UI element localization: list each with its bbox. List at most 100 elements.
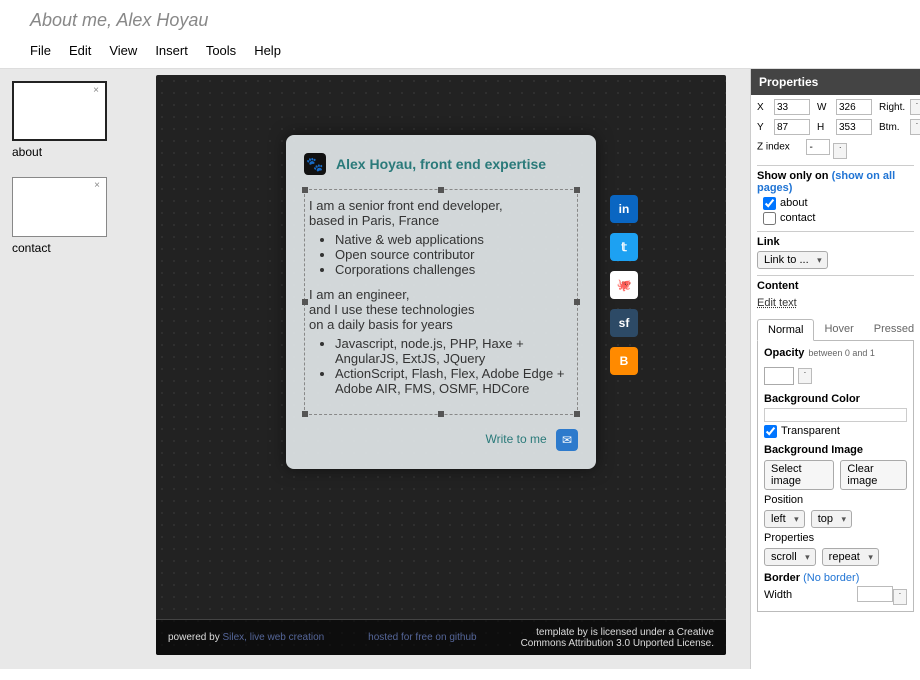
no-border-link[interactable]: (No border) xyxy=(803,572,859,584)
paw-icon: 🐾 xyxy=(304,153,326,175)
y-input[interactable] xyxy=(774,119,810,135)
page-thumb-about[interactable]: × xyxy=(12,81,107,141)
edit-text-link[interactable]: Edit text xyxy=(757,295,797,313)
text-line: and I use these technologies xyxy=(309,302,573,317)
border-width-stepper[interactable]: · xyxy=(893,589,907,605)
resize-handle[interactable] xyxy=(302,187,308,193)
menu-edit[interactable]: Edit xyxy=(69,43,91,58)
opacity-stepper[interactable]: · xyxy=(798,368,812,384)
footer-text: template by xyxy=(536,627,588,638)
page-thumb-contact[interactable]: × xyxy=(12,177,107,237)
list-item: Corporations challenges xyxy=(335,262,573,277)
btm-stepper[interactable]: · xyxy=(910,119,920,135)
content-card: 🐾 Alex Hoyau, front end expertise I am a… xyxy=(286,135,596,469)
resize-handle[interactable] xyxy=(574,299,580,305)
canvas[interactable]: 🐾 Alex Hoyau, front end expertise I am a… xyxy=(156,75,726,655)
h-input[interactable] xyxy=(836,119,872,135)
link-dropdown[interactable]: Link to ... xyxy=(757,251,828,269)
btm-label: Btm. xyxy=(879,122,907,133)
linkedin-icon[interactable]: in xyxy=(610,195,638,223)
workspace: × about × contact 🐾 Alex Hoyau, front en… xyxy=(0,69,920,669)
width-label: Width xyxy=(764,589,792,601)
footer-link[interactable]: Silex, live web creation xyxy=(222,632,324,643)
w-label: W xyxy=(817,102,833,113)
position-grid: X W Right. · xyxy=(757,99,914,115)
properties-label: Properties xyxy=(764,532,907,544)
social-column: in 𝕥 🐙 sf B xyxy=(610,195,638,375)
select-image-button[interactable]: Select image xyxy=(764,460,834,490)
footer-link[interactable]: hosted for free on github xyxy=(368,632,476,643)
page-checkbox-about[interactable] xyxy=(763,197,776,210)
right-stepper[interactable]: · xyxy=(910,99,920,115)
z-label: Z index xyxy=(757,142,790,153)
border-label: Border xyxy=(764,572,800,584)
clear-image-button[interactable]: Clear image xyxy=(840,460,907,490)
resize-handle[interactable] xyxy=(438,411,444,417)
sourceforge-icon[interactable]: sf xyxy=(610,309,638,337)
bgcolor-swatch[interactable] xyxy=(764,408,907,422)
card-title: Alex Hoyau, front end expertise xyxy=(336,156,546,172)
z-input[interactable] xyxy=(806,139,830,155)
close-icon[interactable]: × xyxy=(93,85,99,96)
scroll-dropdown[interactable]: scroll xyxy=(764,548,816,566)
position-label: Position xyxy=(764,494,907,506)
resize-handle[interactable] xyxy=(574,411,580,417)
resize-handle[interactable] xyxy=(302,299,308,305)
y-label: Y xyxy=(757,122,771,133)
footer-text: powered by xyxy=(168,632,220,643)
repeat-dropdown[interactable]: repeat xyxy=(822,548,879,566)
write-link[interactable]: Write to me xyxy=(486,432,547,446)
menu-tools[interactable]: Tools xyxy=(206,43,236,58)
mail-icon[interactable]: ✉ xyxy=(556,429,578,451)
text-line: based in Paris, France xyxy=(309,213,573,228)
opacity-label: Opacity xyxy=(764,347,804,359)
menu-help[interactable]: Help xyxy=(254,43,281,58)
page-checkbox-label: about xyxy=(780,197,808,209)
resize-handle[interactable] xyxy=(574,187,580,193)
canvas-footer: powered by Silex, live web creation host… xyxy=(156,619,726,655)
transparent-checkbox[interactable] xyxy=(764,425,777,438)
close-icon[interactable]: × xyxy=(94,180,100,191)
position-grid-2: Y H Btm. · xyxy=(757,119,914,135)
page-checkbox-contact[interactable] xyxy=(763,212,776,225)
pos-left-dropdown[interactable]: left xyxy=(764,510,805,528)
app-title: About me, Alex Hoyau xyxy=(0,0,920,39)
right-label: Right. xyxy=(879,102,907,113)
bgimg-label: Background Image xyxy=(764,444,863,456)
twitter-icon[interactable]: 𝕥 xyxy=(610,233,638,261)
tab-normal[interactable]: Normal xyxy=(757,319,814,341)
z-stepper[interactable]: · xyxy=(833,143,847,159)
border-width-input[interactable] xyxy=(857,586,893,602)
pos-top-dropdown[interactable]: top xyxy=(811,510,852,528)
tab-hover[interactable]: Hover xyxy=(814,319,863,340)
menu-file[interactable]: File xyxy=(30,43,51,58)
panel-title: Properties xyxy=(751,69,920,95)
footer-text: Commons Attribution 3.0 Unported License… xyxy=(521,638,714,649)
content-label: Content xyxy=(757,280,914,292)
tab-pressed[interactable]: Pressed xyxy=(864,319,920,340)
opacity-hint: between 0 and 1 xyxy=(808,348,875,358)
canvas-area: 🐾 Alex Hoyau, front end expertise I am a… xyxy=(150,69,750,669)
write-row: Write to me ✉ xyxy=(304,429,578,451)
card-header: 🐾 Alex Hoyau, front end expertise xyxy=(304,153,578,175)
opacity-input[interactable] xyxy=(764,367,794,385)
x-input[interactable] xyxy=(774,99,810,115)
blogger-icon[interactable]: B xyxy=(610,347,638,375)
resize-handle[interactable] xyxy=(438,187,444,193)
github-icon[interactable]: 🐙 xyxy=(610,271,638,299)
resize-handle[interactable] xyxy=(302,411,308,417)
transparent-label: Transparent xyxy=(781,425,840,437)
text-line: on a daily basis for years xyxy=(309,317,573,332)
menubar: File Edit View Insert Tools Help xyxy=(0,39,920,69)
link-label: Link xyxy=(757,236,914,248)
selected-textblock[interactable]: I am a senior front end developer, based… xyxy=(304,189,578,415)
w-input[interactable] xyxy=(836,99,872,115)
text-line: I am an engineer, xyxy=(309,287,573,302)
list-item: ActionScript, Flash, Flex, Adobe Edge + … xyxy=(335,366,573,396)
bgcolor-label: Background Color xyxy=(764,393,860,405)
menu-view[interactable]: View xyxy=(109,43,137,58)
menu-insert[interactable]: Insert xyxy=(155,43,188,58)
pages-panel: × about × contact xyxy=(0,69,150,669)
show-only-label: Show only on (show on all pages) xyxy=(757,170,914,194)
properties-panel: Properties X W Right. · Y H Btm. · Z ind… xyxy=(750,69,920,669)
